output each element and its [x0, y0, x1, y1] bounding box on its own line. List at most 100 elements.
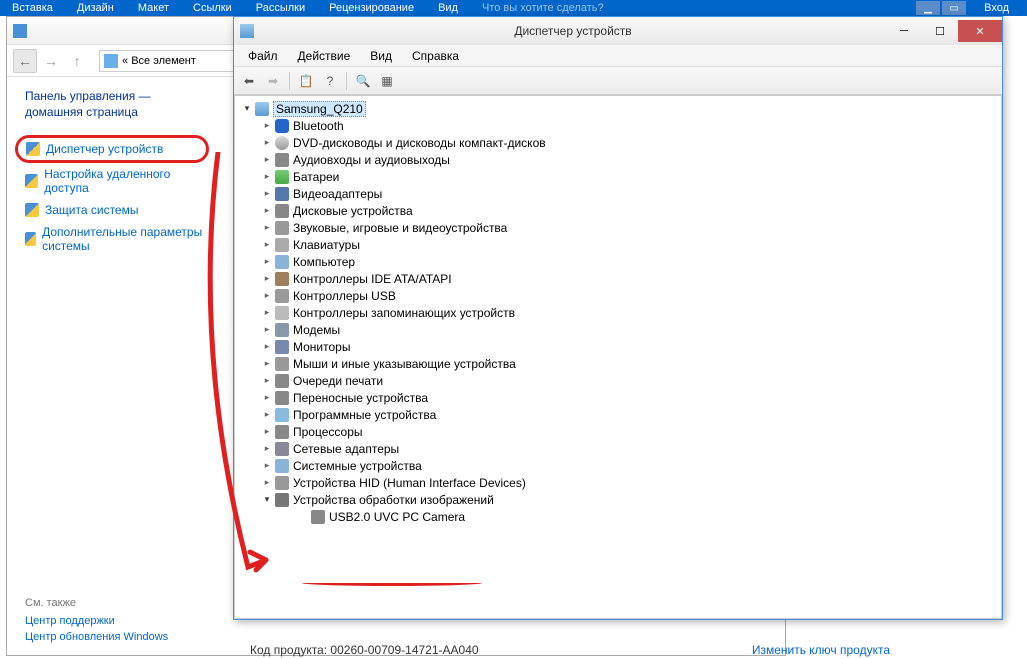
toolbar-forward-icon[interactable]: ➡ [262, 70, 284, 92]
tree-category-imaging[interactable]: Устройства обработки изображений [241, 491, 1001, 508]
tree-category[interactable]: Дисковые устройства [241, 202, 1001, 219]
tree-category[interactable]: Сетевые адаптеры [241, 440, 1001, 457]
footer-link-update[interactable]: Центр обновления Windows [25, 631, 168, 643]
ribbon-item[interactable]: Вид [426, 2, 470, 14]
expander-icon[interactable] [261, 307, 273, 318]
back-icon[interactable]: ← [13, 49, 37, 73]
cp-footer: См. также Центр поддержки Центр обновлен… [25, 597, 168, 647]
ribbon-item[interactable]: Вставка [0, 2, 65, 14]
expander-icon[interactable] [261, 273, 273, 284]
tree-category[interactable]: Программные устройства [241, 406, 1001, 423]
dm-menubar: Файл Действие Вид Справка [234, 45, 1002, 67]
computer-icon [255, 102, 269, 116]
sidebar-link-device-manager[interactable]: Диспетчер устройств [15, 135, 209, 163]
close-button[interactable]: ✕ [958, 20, 1002, 42]
tree-category[interactable]: Компьютер [241, 253, 1001, 270]
footer-title: См. также [25, 597, 168, 609]
ribbon-search-hint[interactable]: Что вы хотите сделать? [470, 2, 616, 14]
cp-sidebar: Панель управления — домашняя страница Ди… [7, 77, 217, 655]
menu-file[interactable]: Файл [238, 49, 288, 63]
category-label: DVD-дисководы и дисководы компакт-дисков [293, 136, 546, 150]
signin-button[interactable]: Вход [966, 2, 1027, 14]
expander-icon[interactable] [261, 154, 273, 165]
expander-icon[interactable] [261, 392, 273, 403]
expander-icon[interactable] [261, 358, 273, 369]
ribbon-item[interactable]: Дизайн [65, 2, 126, 14]
ribbon-item[interactable]: Рецензирование [317, 2, 426, 14]
tree-device-camera[interactable]: USB2.0 UVC PC Camera [241, 508, 1001, 525]
tree-category[interactable]: DVD-дисководы и дисководы компакт-дисков [241, 134, 1001, 151]
toolbar-properties-icon[interactable]: 📋 [295, 70, 317, 92]
ribbon-restore-icon[interactable]: ▭ [942, 1, 966, 15]
tree-category[interactable]: Контроллеры USB [241, 287, 1001, 304]
tree-category[interactable]: Модемы [241, 321, 1001, 338]
expander-icon[interactable] [261, 171, 273, 182]
tree-category[interactable]: Звуковые, игровые и видеоустройства [241, 219, 1001, 236]
up-icon[interactable]: ↑ [65, 49, 89, 73]
minimize-button[interactable]: ─ [886, 20, 922, 42]
ribbon-item[interactable]: Макет [126, 2, 181, 14]
product-label: Код продукта: [250, 643, 327, 657]
expander-icon[interactable] [241, 103, 253, 114]
dm-titlebar[interactable]: Диспетчер устройств ─ ☐ ✕ [234, 17, 1002, 45]
expander-icon[interactable] [261, 409, 273, 420]
expander-icon[interactable] [261, 341, 273, 352]
menu-help[interactable]: Справка [402, 49, 469, 63]
link-label: Защита системы [45, 203, 138, 217]
tree-category[interactable]: Контроллеры IDE ATA/ATAPI [241, 270, 1001, 287]
tree-root[interactable]: Samsung_Q210 [241, 100, 1001, 117]
menu-action[interactable]: Действие [288, 49, 361, 63]
toolbar-back-icon[interactable]: ⬅ [238, 70, 260, 92]
ribbon-item[interactable]: Рассылки [244, 2, 317, 14]
expander-icon[interactable] [261, 324, 273, 335]
tree-category[interactable]: Мониторы [241, 338, 1001, 355]
tree-category[interactable]: Контроллеры запоминающих устройств [241, 304, 1001, 321]
toolbar-view-icon[interactable]: ▦ [376, 70, 398, 92]
tree-category[interactable]: Видеоадаптеры [241, 185, 1001, 202]
tree-category[interactable]: Аудиовходы и аудиовыходы [241, 151, 1001, 168]
expander-icon[interactable] [261, 188, 273, 199]
expander-icon[interactable] [261, 477, 273, 488]
tree-category[interactable]: Bluetooth [241, 117, 1001, 134]
imaging-icon [275, 493, 289, 507]
footer-link-support[interactable]: Центр поддержки [25, 615, 168, 627]
forward-icon[interactable]: → [39, 49, 63, 73]
sidebar-link-remote[interactable]: Настройка удаленного доступа [25, 163, 209, 199]
tree-category[interactable]: Мыши и иные указывающие устройства [241, 355, 1001, 372]
expander-icon[interactable] [261, 137, 273, 148]
expander-icon[interactable] [261, 443, 273, 454]
tree-category[interactable]: Очереди печати [241, 372, 1001, 389]
category-label: Мыши и иные указывающие устройства [293, 357, 516, 371]
toolbar-scan-icon[interactable]: 🔍 [352, 70, 374, 92]
tree-category[interactable]: Системные устройства [241, 457, 1001, 474]
menu-view[interactable]: Вид [360, 49, 402, 63]
category-label: Bluetooth [293, 119, 344, 133]
expander-icon[interactable] [261, 494, 273, 505]
category-label: Системные устройства [293, 459, 422, 473]
tree-category[interactable]: Клавиатуры [241, 236, 1001, 253]
expander-icon[interactable] [261, 239, 273, 250]
category-icon [275, 476, 289, 490]
expander-icon[interactable] [261, 120, 273, 131]
tree-category[interactable]: Устройства HID (Human Interface Devices) [241, 474, 1001, 491]
expander-icon[interactable] [261, 460, 273, 471]
expander-icon[interactable] [261, 222, 273, 233]
ribbon-item[interactable]: Ссылки [181, 2, 244, 14]
expander-icon[interactable] [261, 375, 273, 386]
change-key-link[interactable]: Изменить ключ продукта [752, 643, 890, 657]
toolbar-help-icon[interactable]: ? [319, 70, 341, 92]
ribbon-minimize-icon[interactable]: ▁ [916, 1, 940, 15]
sidebar-title: Панель управления — [25, 89, 209, 103]
tree-category[interactable]: Батареи [241, 168, 1001, 185]
expander-icon[interactable] [261, 290, 273, 301]
sidebar-link-advanced[interactable]: Дополнительные параметры системы [25, 221, 209, 257]
tree-category[interactable]: Процессоры [241, 423, 1001, 440]
expander-icon[interactable] [261, 426, 273, 437]
expander-icon[interactable] [261, 256, 273, 267]
category-icon [275, 323, 289, 337]
device-tree[interactable]: Samsung_Q210 Bluetooth DVD-дисководы и ди… [234, 95, 1002, 619]
tree-category[interactable]: Переносные устройства [241, 389, 1001, 406]
maximize-button[interactable]: ☐ [922, 20, 958, 42]
sidebar-link-protection[interactable]: Защита системы [25, 199, 209, 221]
expander-icon[interactable] [261, 205, 273, 216]
